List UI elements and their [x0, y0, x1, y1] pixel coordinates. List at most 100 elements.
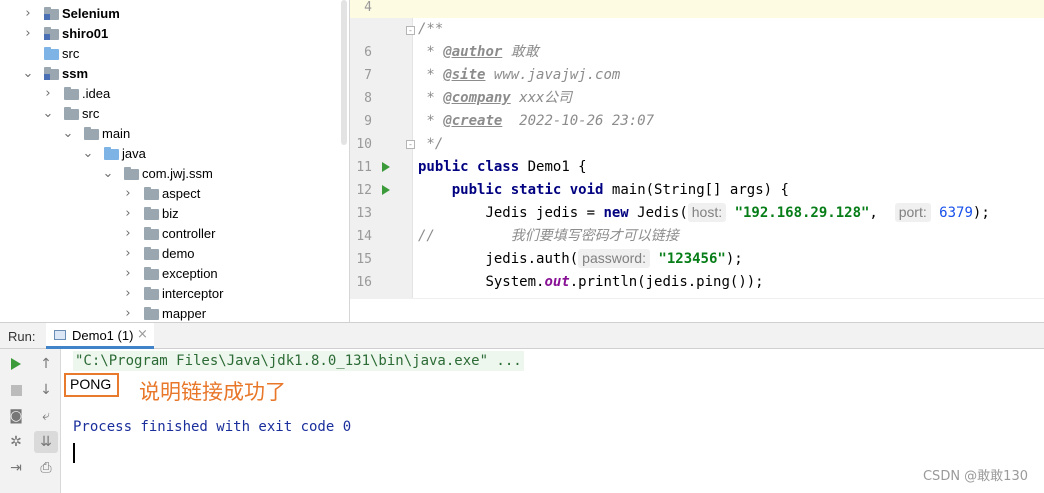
- printer-icon: ⎙: [40, 460, 52, 476]
- settings-button[interactable]: ✲: [4, 431, 28, 453]
- code-text: );: [972, 205, 990, 221]
- fold-icon[interactable]: -: [406, 26, 415, 35]
- tree-item-src[interactable]: ⌄ src: [0, 104, 339, 124]
- javadoc-tag: @company: [443, 90, 511, 106]
- line-number: 7: [364, 68, 372, 83]
- console-output[interactable]: "C:\Program Files\Java\jdk1.8.0_131\bin\…: [61, 349, 1044, 493]
- current-line-highlight: [350, 0, 1044, 18]
- tree-item-label: .idea: [82, 86, 111, 101]
- chevron-right-icon[interactable]: ›: [122, 244, 134, 264]
- tree-item-controller[interactable]: › controller: [0, 224, 339, 244]
- tree-item-main[interactable]: ⌄ main: [0, 124, 339, 144]
- chevron-right-icon[interactable]: ›: [122, 264, 134, 284]
- chevron-right-icon[interactable]: ›: [122, 304, 134, 322]
- code-text: jedis.auth(: [485, 251, 579, 267]
- code-text: Jedis jedis =: [485, 205, 604, 221]
- package-icon: [144, 247, 159, 260]
- run-label: Run:: [8, 329, 36, 344]
- line-number: 14: [356, 229, 372, 244]
- soft-wrap-button[interactable]: ⤶: [34, 405, 58, 427]
- tree-item-biz[interactable]: › biz: [0, 204, 339, 224]
- tree-item-interceptor[interactable]: › interceptor: [0, 284, 339, 304]
- package-icon: [124, 167, 139, 180]
- tree-item-label: controller: [162, 226, 216, 241]
- tree-item-label: Selenium: [62, 6, 120, 21]
- javadoc-tag: @author: [443, 44, 503, 60]
- tree-item-label: main: [102, 126, 131, 141]
- javadoc-value: 敢敢: [510, 44, 539, 60]
- folder-icon: [64, 87, 79, 100]
- keyword: public: [418, 159, 469, 175]
- line-comment: 我们要填写密码才可以链接: [510, 228, 679, 244]
- tree-item-mapper[interactable]: › mapper: [0, 304, 339, 322]
- console-output-text: PONG: [70, 376, 112, 392]
- module-folder-icon: [44, 67, 59, 80]
- exit-button[interactable]: ⇥: [4, 457, 28, 479]
- chevron-right-icon[interactable]: ›: [22, 4, 34, 24]
- scrollbar-thumb[interactable]: [341, 0, 347, 145]
- scroll-to-end-button[interactable]: ⇊: [34, 431, 58, 453]
- print-button[interactable]: ⎙: [34, 457, 58, 479]
- stop-button[interactable]: [4, 379, 28, 401]
- watermark: CSDN @敢敢130: [922, 469, 1028, 484]
- chevron-right-icon[interactable]: ›: [22, 24, 34, 44]
- javadoc-value: www.javajwj.com: [493, 67, 621, 83]
- code-line-12: public class Demo1 {: [418, 156, 587, 179]
- tree-item-label: demo: [162, 246, 195, 261]
- line-number: 10: [356, 137, 372, 152]
- chevron-right-icon[interactable]: ›: [122, 204, 134, 224]
- camera-icon: ◙: [9, 408, 23, 424]
- package-icon: [144, 287, 159, 300]
- chevron-down-icon[interactable]: ⌄: [42, 104, 54, 124]
- code-line-16: jedis.auth(password: "123456");: [418, 248, 743, 271]
- javadoc-tag: @create: [443, 113, 503, 129]
- tree-item-ssm[interactable]: ⌄ ssm: [0, 64, 339, 84]
- chevron-right-icon[interactable]: ›: [42, 84, 54, 104]
- scroll-to-end-icon: ⇊: [40, 434, 52, 450]
- keyword: class: [477, 159, 520, 175]
- stop-icon: [10, 384, 22, 396]
- parameter-hint: host:: [687, 203, 727, 222]
- chevron-down-icon[interactable]: ⌄: [82, 144, 94, 164]
- run-class-icon[interactable]: [382, 162, 390, 172]
- tree-item-package[interactable]: ⌄ com.jwj.ssm: [0, 164, 339, 184]
- tree-item-label: aspect: [162, 186, 201, 201]
- close-icon[interactable]: ×: [137, 327, 148, 342]
- tree-item-aspect[interactable]: › aspect: [0, 184, 339, 204]
- line-number: 9: [364, 114, 372, 129]
- line-number: 13: [356, 206, 372, 221]
- line-number: 8: [364, 91, 372, 106]
- code-line-15: // 我们要填写密码才可以链接: [418, 225, 679, 248]
- chevron-right-icon[interactable]: ›: [122, 224, 134, 244]
- line-number: 6: [364, 45, 372, 60]
- source-folder-icon: [104, 147, 119, 160]
- arrow-down-icon: ↓: [40, 382, 52, 398]
- rerun-button[interactable]: [4, 353, 28, 375]
- tree-item-shiro01[interactable]: › shiro01: [0, 24, 339, 44]
- tree-item-idea[interactable]: › .idea: [0, 84, 339, 104]
- text-caret: [73, 443, 75, 463]
- tree-item-demo[interactable]: › demo: [0, 244, 339, 264]
- code-line-17: System.out.println(jedis.ping());: [418, 271, 763, 294]
- tab-demo1[interactable]: Demo1 (1) ×: [46, 323, 154, 349]
- chevron-right-icon[interactable]: ›: [122, 184, 134, 204]
- chevron-right-icon[interactable]: ›: [122, 284, 134, 304]
- chevron-down-icon[interactable]: ⌄: [102, 164, 114, 184]
- tree-item-selenium[interactable]: › Selenium: [0, 4, 339, 24]
- camera-button[interactable]: ◙: [4, 405, 28, 427]
- tree-item-label: exception: [162, 266, 218, 281]
- tree-item-label: com.jwj.ssm: [142, 166, 213, 181]
- arrow-up-icon: ↑: [40, 356, 52, 372]
- scroll-up-button[interactable]: ↑: [34, 353, 58, 375]
- fold-icon[interactable]: -: [406, 140, 415, 149]
- scroll-down-button[interactable]: ↓: [34, 379, 58, 401]
- folder-icon: [64, 107, 79, 120]
- chevron-down-icon[interactable]: ⌄: [22, 64, 34, 84]
- tree-scrollbar[interactable]: [339, 0, 349, 322]
- tree-item-java[interactable]: ⌄ java: [0, 144, 339, 164]
- tree-item-exception[interactable]: › exception: [0, 264, 339, 284]
- chevron-down-icon[interactable]: ⌄: [62, 124, 74, 144]
- tree-item-src-root[interactable]: src: [0, 44, 339, 64]
- run-main-icon[interactable]: [382, 185, 390, 195]
- annotation-text: 说明链接成功了: [139, 380, 286, 404]
